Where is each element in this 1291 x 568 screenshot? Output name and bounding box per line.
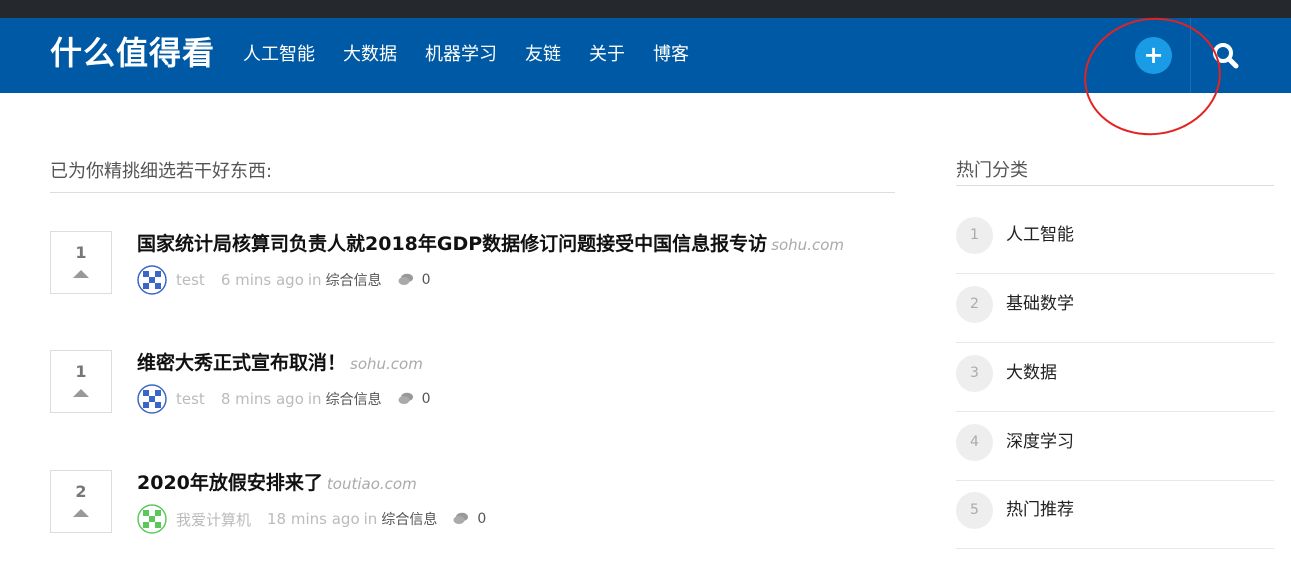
post-title-text[interactable]: 维密大秀正式宣布取消！ [137,352,346,374]
top-strip [0,0,1291,18]
post-meta: test 8 mins ago in 综合信息 0 [137,384,431,414]
upvote-arrow-icon[interactable] [73,509,89,517]
vote-count: 1 [75,362,87,381]
avatar[interactable] [137,384,167,414]
post-category[interactable]: 综合信息 [381,509,437,529]
post-in-label: in [307,271,322,289]
section-title: 已为你精挑细选若干好东西: [50,161,273,182]
post-author[interactable]: test [176,390,205,408]
post-in-label: in [307,390,322,408]
comment-icon[interactable] [398,392,414,406]
post-domain: sohu.com [771,236,844,254]
vote-box[interactable]: 1 [50,231,112,294]
nav-item-ai[interactable]: 人工智能 [243,42,315,68]
nav-item-links[interactable]: 友链 [525,42,561,68]
search-button[interactable] [1208,38,1244,74]
post-title[interactable]: 2020年放假安排来了 toutiao.com [137,470,417,497]
post-category[interactable]: 综合信息 [326,389,382,409]
vote-count: 1 [75,243,87,262]
comment-icon[interactable] [453,512,469,526]
vote-count: 2 [75,482,87,501]
category-label[interactable]: 基础数学 [1006,292,1074,316]
post-item: 1 维密大秀正式宣布取消！ sohu.com test 8 mins ago in… [50,350,895,414]
post-time: 6 mins ago [220,271,304,289]
section-divider [50,192,895,193]
sidebar-title: 热门分类 [956,160,1028,181]
sidebar-item-bigdata[interactable]: 3 大数据 [956,343,1274,412]
category-separator [956,548,1274,549]
main-nav: 人工智能 大数据 机器学习 友链 关于 博客 [243,42,717,68]
post-category[interactable]: 综合信息 [326,270,382,290]
avatar[interactable] [137,504,167,534]
post-item: 2 2020年放假安排来了 toutiao.com 我爱计算机 18 mins a… [50,470,895,534]
post-title[interactable]: 国家统计局核算司负责人就2018年GDP数据修订问题接受中国信息报专访 sohu.… [137,231,844,258]
sidebar-item-hot[interactable]: 5 热门推荐 [956,480,1274,549]
nav-item-about[interactable]: 关于 [589,42,625,68]
nav-item-ml[interactable]: 机器学习 [425,42,497,68]
post-title-text[interactable]: 国家统计局核算司负责人就2018年GDP数据修订问题接受中国信息报专访 [137,233,767,255]
post-time: 18 mins ago [267,510,360,528]
post-meta: test 6 mins ago in 综合信息 0 [137,265,431,295]
post-time: 8 mins ago [220,390,304,408]
add-post-button[interactable]: + [1135,37,1172,74]
comment-count[interactable]: 0 [477,511,486,527]
post-author[interactable]: test [176,271,205,289]
plus-icon: + [1143,41,1164,69]
search-icon [1213,43,1239,69]
upvote-arrow-icon[interactable] [73,270,89,278]
category-rank: 3 [956,355,993,392]
nav-item-bigdata[interactable]: 大数据 [343,42,397,68]
site-logo[interactable]: 什么值得看 [50,33,215,73]
category-rank: 5 [956,492,993,529]
post-in-label: in [363,510,378,528]
post-meta: 我爱计算机 18 mins ago in 综合信息 0 [137,504,486,534]
vote-box[interactable]: 1 [50,350,112,413]
category-rank: 2 [956,286,993,323]
sidebar-item-ai[interactable]: 1 人工智能 [956,205,1274,274]
post-title[interactable]: 维密大秀正式宣布取消！ sohu.com [137,350,423,377]
category-rank: 4 [956,424,993,461]
header-divider [1190,18,1191,93]
sidebar-item-deeplearning[interactable]: 4 深度学习 [956,412,1274,481]
sidebar-item-math[interactable]: 2 基础数学 [956,274,1274,343]
post-domain: toutiao.com [326,475,417,493]
sidebar-divider [956,185,1274,186]
category-label[interactable]: 人工智能 [1006,223,1074,247]
post-item: 1 国家统计局核算司负责人就2018年GDP数据修订问题接受中国信息报专访 soh… [50,231,895,295]
category-label[interactable]: 热门推荐 [1006,498,1074,522]
comment-count[interactable]: 0 [422,272,431,288]
category-label[interactable]: 深度学习 [1006,430,1074,454]
vote-box[interactable]: 2 [50,470,112,533]
post-title-text[interactable]: 2020年放假安排来了 [137,472,323,494]
category-rank: 1 [956,217,993,254]
post-domain: sohu.com [350,355,423,373]
category-label[interactable]: 大数据 [1006,361,1057,385]
upvote-arrow-icon[interactable] [73,389,89,397]
post-author[interactable]: 我爱计算机 [176,509,251,530]
comment-icon[interactable] [398,273,414,287]
comment-count[interactable]: 0 [422,391,431,407]
nav-item-blog[interactable]: 博客 [653,42,689,68]
avatar[interactable] [137,265,167,295]
site-header: 什么值得看 人工智能 大数据 机器学习 友链 关于 博客 + [0,18,1291,93]
